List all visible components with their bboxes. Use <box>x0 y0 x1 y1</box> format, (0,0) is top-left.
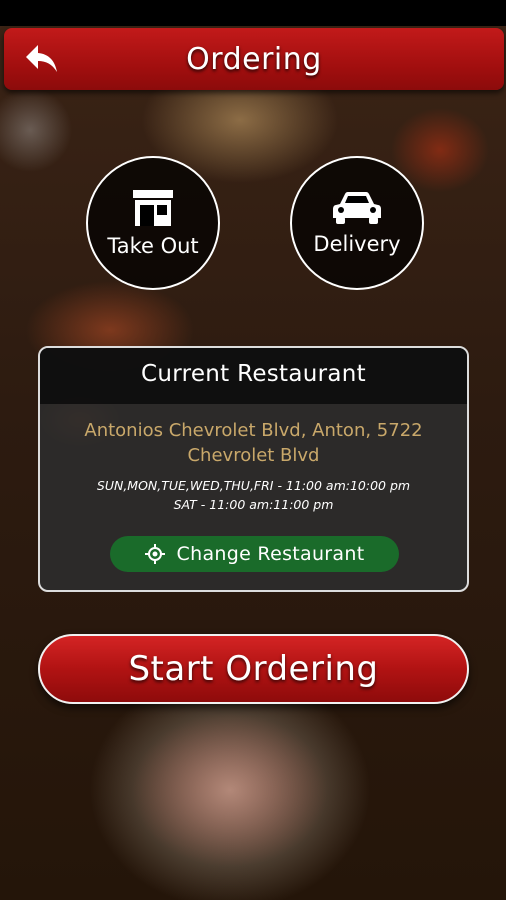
delivery-label: Delivery <box>313 232 401 256</box>
status-bar <box>0 0 506 26</box>
delivery-button[interactable]: Delivery <box>290 156 424 290</box>
change-restaurant-button[interactable]: Change Restaurant <box>110 536 399 572</box>
storefront-icon <box>133 190 173 226</box>
car-icon <box>333 192 381 224</box>
current-restaurant-heading: Current Restaurant <box>40 348 467 404</box>
change-restaurant-label: Change Restaurant <box>176 543 365 565</box>
location-target-icon <box>144 544 165 564</box>
restaurant-address: Antonios Chevrolet Blvd, Anton, 5722 Che… <box>84 420 423 466</box>
restaurant-hours: SUN,MON,TUE,WED,THU,FRI - 11:00 am:10:00… <box>40 476 467 514</box>
start-ordering-label: Start Ordering <box>128 649 379 689</box>
start-ordering-button[interactable]: Start Ordering <box>38 634 469 704</box>
page-title: Ordering <box>186 42 322 77</box>
header-bar: Ordering <box>4 28 504 90</box>
hours-saturday: SAT - 11:00 am:11:00 pm <box>173 497 334 512</box>
hours-weekdays: SUN,MON,TUE,WED,THU,FRI - 11:00 am:10:00… <box>96 478 411 493</box>
current-restaurant-card: Current Restaurant Antonios Chevrolet Bl… <box>38 346 469 592</box>
take-out-label: Take Out <box>107 234 199 258</box>
take-out-button[interactable]: Take Out <box>86 156 220 290</box>
